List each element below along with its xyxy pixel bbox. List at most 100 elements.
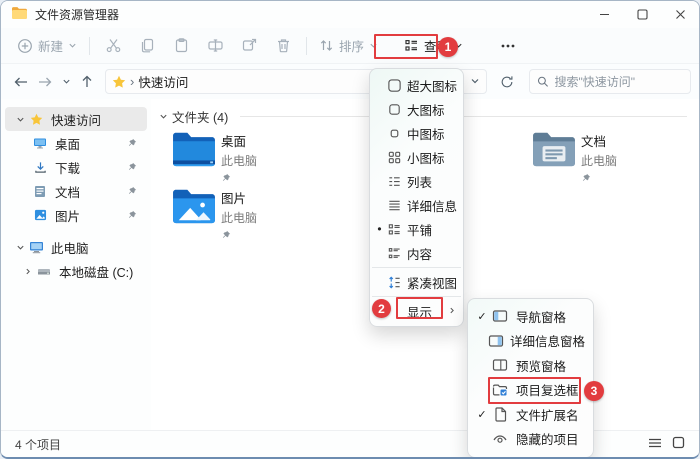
delete-icon [275, 37, 292, 54]
sidebar-item-label: 文档 [55, 182, 80, 201]
menu-item-label: 详细信息 [407, 196, 457, 215]
menu-item-label: 列表 [407, 172, 432, 191]
forward-icon [38, 76, 52, 88]
small-icons-icon [385, 150, 403, 165]
menu-item-list[interactable]: 列表 [370, 169, 463, 193]
address-bar: › 快速访问 [1, 63, 699, 99]
folder-name: 文档 [581, 131, 617, 150]
sidebar-item-pictures[interactable]: 图片 [5, 203, 147, 227]
paste-button[interactable] [164, 33, 198, 58]
folder-name: 图片 [221, 188, 257, 207]
chevron-right-icon[interactable] [21, 267, 35, 276]
desktop-icon [31, 137, 49, 150]
rename-button[interactable] [198, 33, 232, 58]
cut-icon [105, 37, 122, 54]
chevron-down-icon [68, 41, 77, 50]
sidebar-item-quick-access[interactable]: 快速访问 [5, 107, 147, 131]
chevron-down-icon[interactable] [13, 115, 27, 124]
pin-icon [127, 137, 137, 151]
submenu-item-preview-pane[interactable]: 预览窗格 [468, 353, 593, 377]
menu-item-content[interactable]: 内容 [370, 241, 463, 265]
details-pane-icon [487, 334, 504, 348]
sidebar-item-label: 下载 [55, 158, 80, 177]
quick-access-star-icon [27, 113, 45, 126]
menu-item-extra-large-icons[interactable]: 超大图标 [370, 73, 463, 97]
chevron-down-icon[interactable] [13, 243, 27, 252]
submenu-item-hidden-items[interactable]: 隐藏的项目 [468, 427, 593, 451]
preview-pane-icon [490, 358, 510, 372]
submenu-item-navigation-pane[interactable]: ✓ 导航窗格 [468, 304, 593, 328]
sidebar-item-this-pc[interactable]: 此电脑 [5, 235, 147, 259]
folder-tile-desktop[interactable]: 桌面 此电脑 [171, 129, 341, 181]
documents-folder-icon [531, 129, 581, 181]
annotation-box-show-item [396, 297, 443, 319]
folder-tile-pictures[interactable]: 图片 此电脑 [171, 186, 341, 238]
this-pc-icon [27, 241, 45, 254]
up-button[interactable] [75, 70, 99, 94]
share-icon [241, 37, 258, 54]
more-button[interactable] [491, 34, 525, 58]
address-dropdown-button[interactable] [470, 75, 480, 89]
submenu-item-label: 详细信息窗格 [510, 331, 585, 350]
minimize-button[interactable] [585, 1, 623, 28]
sort-arrows-icon [319, 38, 334, 53]
submenu-item-details-pane[interactable]: 详细信息窗格 [468, 329, 593, 353]
back-button[interactable] [9, 70, 33, 94]
submenu-item-label: 文件扩展名 [516, 405, 579, 424]
extra-large-icons-icon [385, 78, 403, 93]
sidebar-item-downloads[interactable]: 下载 [5, 155, 147, 179]
close-button[interactable] [661, 1, 699, 28]
large-icons-icon [385, 102, 403, 117]
menu-item-label: 内容 [407, 244, 432, 263]
submenu-item-file-name-extensions[interactable]: ✓ 文件扩展名 [468, 402, 593, 426]
menu-item-label: 超大图标 [407, 76, 457, 95]
sidebar-item-documents[interactable]: 文档 [5, 179, 147, 203]
folder-tile-documents[interactable]: 文档 此电脑 [531, 129, 700, 181]
new-button[interactable]: 新建 [11, 32, 83, 59]
toolbar-divider [89, 37, 90, 55]
selected-marker: • [374, 222, 385, 236]
more-ellipsis-icon [500, 38, 516, 54]
pin-icon [127, 209, 137, 223]
medium-icons-icon [385, 126, 403, 141]
annotation-box-item-check-boxes [488, 377, 581, 404]
sidebar-item-desktop[interactable]: 桌面 [5, 131, 147, 155]
menu-item-small-icons[interactable]: 小图标 [370, 145, 463, 169]
refresh-icon [500, 75, 514, 89]
chevron-down-icon [159, 112, 168, 121]
menu-item-tiles[interactable]: • 平铺 [370, 217, 463, 241]
downloads-icon [31, 161, 49, 174]
annotation-step-3: 3 [584, 381, 604, 401]
pictures-folder-icon [171, 186, 221, 238]
copy-icon [139, 37, 156, 54]
menu-item-large-icons[interactable]: 大图标 [370, 97, 463, 121]
file-name-extensions-icon [490, 407, 510, 422]
refresh-button[interactable] [495, 70, 519, 94]
search-box[interactable] [529, 69, 691, 94]
large-icons-view-toggle-icon[interactable] [672, 436, 685, 452]
recent-locations-button[interactable] [57, 70, 75, 94]
delete-button[interactable] [266, 33, 300, 58]
up-icon [81, 75, 93, 88]
details-view-toggle-icon[interactable] [648, 437, 662, 452]
sidebar-item-local-disk-c[interactable]: 本地磁盘 (C:) [5, 259, 147, 283]
maximize-icon [637, 9, 648, 20]
checkmark: ✓ [474, 408, 490, 421]
forward-button[interactable] [33, 70, 57, 94]
menu-item-medium-icons[interactable]: 中图标 [370, 121, 463, 145]
pictures-icon [31, 209, 49, 221]
menu-item-compact-view[interactable]: 紧凑视图 [370, 270, 463, 294]
cut-button[interactable] [96, 33, 130, 58]
menu-item-label: 大图标 [407, 100, 445, 119]
copy-button[interactable] [130, 33, 164, 58]
submenu-item-label: 导航窗格 [516, 307, 566, 326]
search-input[interactable] [554, 75, 683, 89]
maximize-button[interactable] [623, 1, 661, 28]
menu-item-details[interactable]: 详细信息 [370, 193, 463, 217]
breadcrumb-root[interactable]: 快速访问 [138, 72, 188, 91]
minimize-icon [599, 9, 610, 20]
rename-icon [207, 37, 224, 54]
chevron-right-icon [448, 304, 459, 318]
checkmark: ✓ [474, 310, 490, 323]
share-button[interactable] [232, 33, 266, 58]
